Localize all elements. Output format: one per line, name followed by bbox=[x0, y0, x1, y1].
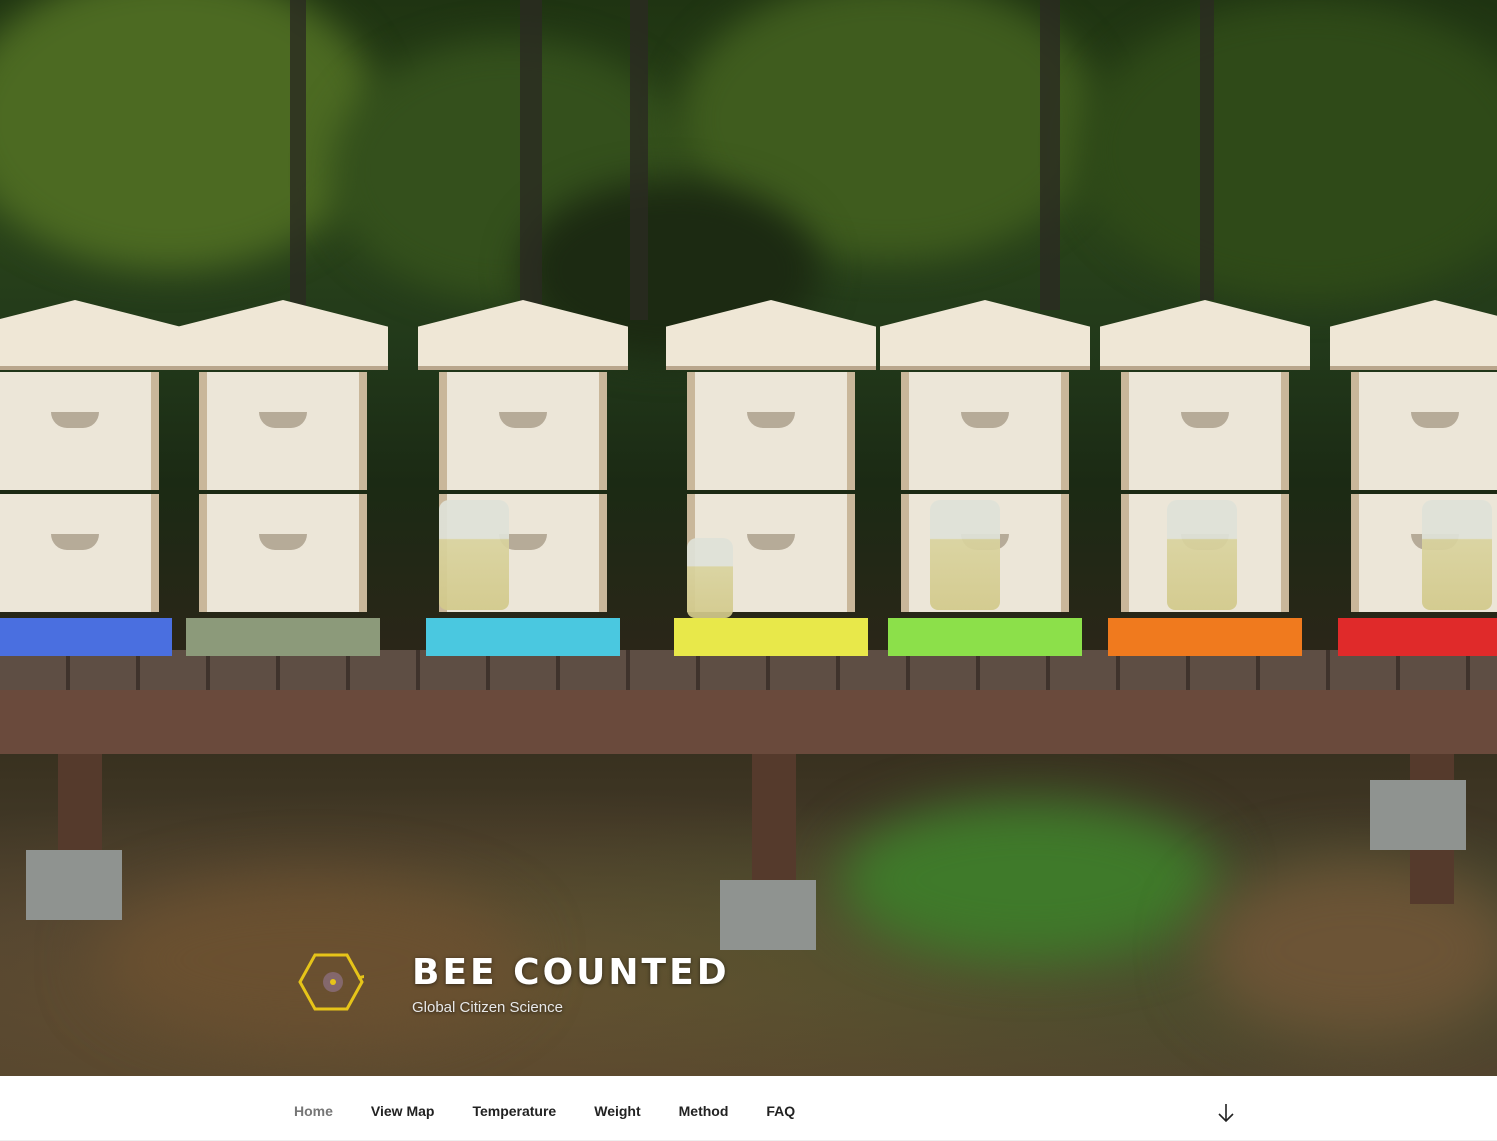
hive-board bbox=[0, 618, 172, 656]
beehive bbox=[880, 300, 1090, 660]
beehive bbox=[666, 300, 876, 660]
feeder-jar bbox=[687, 538, 733, 618]
site-title[interactable]: Bee Counted bbox=[412, 952, 730, 993]
site-tagline: Global Citizen Science bbox=[412, 999, 563, 1016]
hexagon-bee-logo-icon[interactable] bbox=[298, 952, 364, 1012]
feeder-jar bbox=[439, 500, 509, 610]
feeder-jar bbox=[1422, 500, 1493, 610]
nav-item-faq[interactable]: FAQ bbox=[766, 1103, 795, 1119]
arrow-down-icon[interactable] bbox=[1216, 1102, 1236, 1124]
feeder-jar bbox=[1167, 500, 1238, 610]
nav-item-weight[interactable]: Weight bbox=[594, 1103, 640, 1119]
header-hero-image: Bee Counted Global Citizen Science bbox=[0, 0, 1497, 1076]
beehive bbox=[178, 300, 388, 660]
beehive bbox=[1330, 300, 1497, 660]
nav-item-temperature[interactable]: Temperature bbox=[472, 1103, 556, 1119]
nav-item-method[interactable]: Method bbox=[679, 1103, 729, 1119]
beehive bbox=[418, 300, 628, 660]
nav-menu: Home View Map Temperature Weight Method … bbox=[294, 1103, 833, 1119]
beehive bbox=[0, 300, 180, 660]
nav-item-view-map[interactable]: View Map bbox=[371, 1103, 435, 1119]
main-navigation: Home View Map Temperature Weight Method … bbox=[0, 1076, 1497, 1141]
feeder-jar bbox=[930, 500, 1001, 610]
nav-item-home[interactable]: Home bbox=[294, 1103, 333, 1119]
beehive bbox=[1100, 300, 1310, 660]
